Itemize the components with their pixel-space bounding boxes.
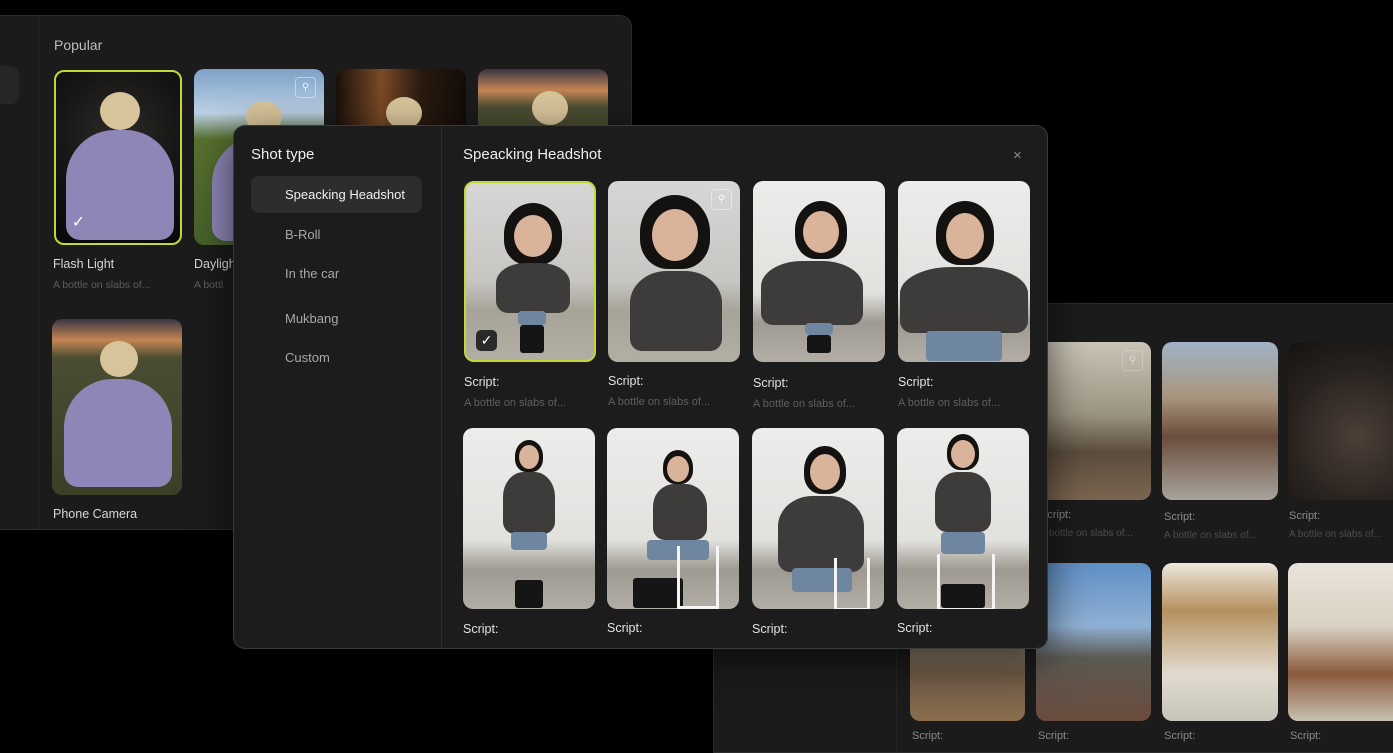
- nav-item-mukbang[interactable]: Mukbang: [251, 300, 422, 337]
- location-thumbnail-city[interactable]: [1036, 563, 1151, 721]
- shot-thumbnail[interactable]: [607, 428, 739, 609]
- location-thumbnail-street[interactable]: [1162, 342, 1278, 500]
- script-label: Script:: [1290, 730, 1322, 742]
- panel-sidebar: [0, 16, 39, 529]
- shot-thumbnail[interactable]: [463, 428, 595, 609]
- preset-title: Phone Camera: [53, 507, 138, 521]
- preset-title: Dayligh: [194, 257, 236, 271]
- script-preview: A bottle on slabs of...: [1164, 530, 1257, 541]
- nav-item-b-roll[interactable]: B-Roll: [251, 216, 422, 253]
- shot-thumbnail[interactable]: ✓: [464, 181, 596, 362]
- script-preview: A bottle on slabs of...: [464, 397, 567, 409]
- pin-icon[interactable]: ⚲: [1122, 350, 1143, 371]
- preset-subtitle: A bottl: [194, 279, 224, 291]
- script-preview: A bottle on slabs of...: [753, 398, 856, 410]
- person-figure: [753, 181, 885, 362]
- pin-icon[interactable]: ⚲: [295, 77, 316, 98]
- script-label: Script:: [897, 621, 933, 635]
- pin-icon[interactable]: ⚲: [711, 189, 732, 210]
- person-figure: [607, 428, 739, 609]
- stool: [677, 546, 719, 609]
- preset-title: Flash Light: [53, 257, 115, 271]
- script-label: Script:: [608, 374, 644, 388]
- shot-thumbnail[interactable]: [898, 181, 1030, 362]
- script-label: Script:: [752, 622, 788, 636]
- close-icon[interactable]: ×: [1013, 147, 1022, 164]
- nav-item-custom[interactable]: Custom: [251, 339, 422, 376]
- script-preview: A bottle on slabs of...: [608, 396, 711, 408]
- nav-item-speaking-headshot[interactable]: Speacking Headshot: [251, 176, 422, 213]
- person-hair: [100, 341, 138, 377]
- location-thumbnail-storefront[interactable]: [1162, 563, 1278, 721]
- stool: [834, 558, 870, 609]
- script-label: Script:: [912, 730, 944, 742]
- shot-type-dialog: Shot type Speacking Headshot B-Roll In t…: [233, 125, 1048, 649]
- script-label: Script:: [607, 621, 643, 635]
- shot-thumbnail[interactable]: [753, 181, 885, 362]
- person-hair: [532, 91, 568, 125]
- shot-thumbnail[interactable]: [752, 428, 884, 609]
- script-label: Script:: [1038, 730, 1070, 742]
- script-label: Script:: [464, 375, 500, 389]
- person-figure: [463, 428, 595, 609]
- preset-thumbnail-phone-camera[interactable]: [52, 319, 182, 495]
- script-label: Script:: [753, 376, 789, 390]
- person-hoodie: [64, 379, 172, 487]
- person-figure: [898, 181, 1030, 362]
- nav-item-in-the-car[interactable]: In the car: [251, 255, 422, 292]
- preset-subtitle: A bottle on slabs of...: [53, 279, 151, 291]
- shot-thumbnail[interactable]: [897, 428, 1029, 609]
- sidebar-active-item[interactable]: [0, 66, 19, 104]
- location-thumbnail-car-interior[interactable]: [1288, 342, 1393, 500]
- shot-thumbnail[interactable]: ⚲: [608, 181, 740, 362]
- script-preview: A bottle on slabs of...: [898, 397, 1001, 409]
- location-thumbnail-apartment[interactable]: [1288, 563, 1393, 721]
- script-label: Script:: [898, 375, 934, 389]
- script-label: Script:: [1164, 730, 1196, 742]
- sidebar-title: Shot type: [251, 146, 315, 163]
- location-thumbnail-living-room[interactable]: ⚲: [1036, 342, 1151, 500]
- preset-thumbnail-flash-light[interactable]: ✓: [54, 70, 182, 245]
- shot-type-sidebar: Shot type Speacking Headshot B-Roll In t…: [234, 126, 442, 648]
- script-preview: A bottle on slabs of...: [1040, 528, 1133, 539]
- dialog-title: Speacking Headshot: [463, 146, 602, 163]
- person-hair: [100, 92, 140, 130]
- selected-check: ✓: [71, 214, 86, 231]
- script-label: Script:: [1289, 510, 1321, 522]
- script-preview: A bottle on slabs of...: [1289, 529, 1382, 540]
- stool: [937, 554, 995, 609]
- script-label: Script:: [463, 622, 499, 636]
- section-title: Popular: [54, 37, 103, 53]
- script-label: Script:: [1164, 511, 1196, 523]
- selected-check-icon: ✓: [476, 330, 497, 351]
